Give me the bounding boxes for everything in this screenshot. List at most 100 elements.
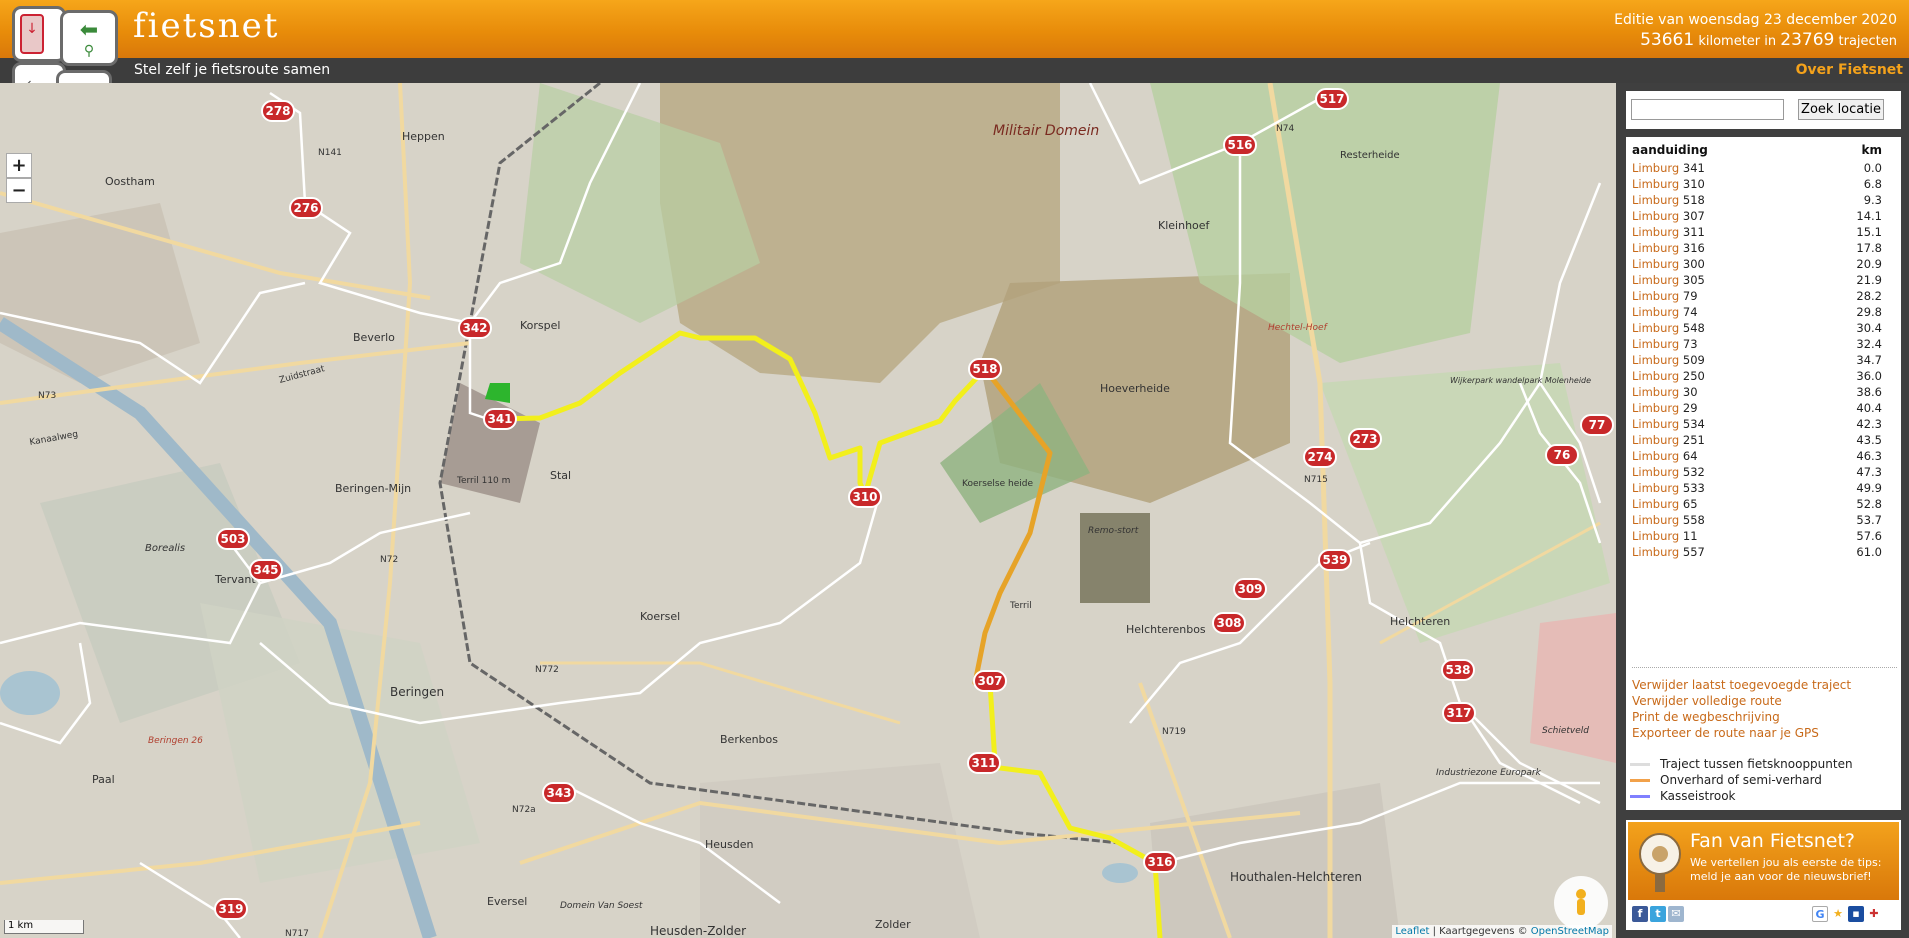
route-province-link[interactable]: Limburg — [1632, 465, 1679, 479]
export-gps-link[interactable]: Exporteer de route naar je GPS — [1632, 726, 1897, 742]
route-province-link[interactable]: Limburg — [1632, 449, 1679, 463]
route-province-link[interactable]: Limburg — [1632, 385, 1679, 399]
street-view-pegman-icon[interactable] — [1554, 876, 1608, 930]
route-province-link[interactable]: Limburg — [1632, 289, 1679, 303]
site-logo[interactable]: fietsnet — [133, 6, 279, 46]
mail-icon[interactable]: ✉ — [1668, 906, 1684, 922]
delicious-icon[interactable]: ▪ — [1848, 906, 1864, 922]
route-row[interactable]: Limburg 558 53.7 — [1632, 513, 1892, 529]
route-province-link[interactable]: Limburg — [1632, 321, 1679, 335]
legend-label: Traject tussen fietsknooppunten — [1660, 757, 1853, 771]
node-marker-308[interactable]: 308 — [1212, 612, 1246, 634]
map[interactable]: Militair Domein Heppen Oostham Beverlo K… — [0, 83, 1616, 938]
route-row[interactable]: Limburg 548 30.4 — [1632, 321, 1892, 337]
node-marker-77[interactable]: 77 — [1580, 414, 1614, 436]
route-row[interactable]: Limburg 311 15.1 — [1632, 225, 1892, 241]
route-row[interactable]: Limburg 74 29.8 — [1632, 305, 1892, 321]
route-row[interactable]: Limburg 73 32.4 — [1632, 337, 1892, 353]
route-province-link[interactable]: Limburg — [1632, 353, 1679, 367]
route-row[interactable]: Limburg 30 38.6 — [1632, 385, 1892, 401]
node-marker-309[interactable]: 309 — [1233, 578, 1267, 600]
route-row[interactable]: Limburg 11 57.6 — [1632, 529, 1892, 545]
node-marker-319[interactable]: 319 — [214, 898, 248, 920]
route-row[interactable]: Limburg 65 52.8 — [1632, 497, 1892, 513]
route-province-link[interactable]: Limburg — [1632, 225, 1679, 239]
route-row[interactable]: Limburg 316 17.8 — [1632, 241, 1892, 257]
route-row[interactable]: Limburg 305 21.9 — [1632, 273, 1892, 289]
node-marker-273[interactable]: 273 — [1348, 428, 1382, 450]
remove-route-link[interactable]: Verwijder volledige route — [1632, 694, 1897, 710]
node-marker-311[interactable]: 311 — [967, 752, 1001, 774]
route-row[interactable]: Limburg 64 46.3 — [1632, 449, 1892, 465]
route-province-link[interactable]: Limburg — [1632, 497, 1679, 511]
route-province-link[interactable]: Limburg — [1632, 209, 1679, 223]
node-marker-517[interactable]: 517 — [1315, 88, 1349, 110]
route-province-link[interactable]: Limburg — [1632, 545, 1679, 559]
route-row[interactable]: Limburg 307 14.1 — [1632, 209, 1892, 225]
route-row[interactable]: Limburg 557 61.0 — [1632, 545, 1892, 561]
route-province-link[interactable]: Limburg — [1632, 481, 1679, 495]
node-marker-518[interactable]: 518 — [968, 358, 1002, 380]
route-province-link[interactable]: Limburg — [1632, 177, 1679, 191]
node-marker-307[interactable]: 307 — [973, 670, 1007, 692]
node-marker-276[interactable]: 276 — [289, 197, 323, 219]
search-location-button[interactable]: Zoek locatie — [1798, 99, 1884, 120]
route-row[interactable]: Limburg 533 49.9 — [1632, 481, 1892, 497]
node-marker-516[interactable]: 516 — [1223, 134, 1257, 156]
node-marker-538[interactable]: 538 — [1441, 659, 1475, 681]
route-province-link[interactable]: Limburg — [1632, 433, 1679, 447]
route-province-link[interactable]: Limburg — [1632, 369, 1679, 383]
route-province-link[interactable]: Limburg — [1632, 193, 1679, 207]
osm-link[interactable]: OpenStreetMap — [1531, 926, 1609, 937]
node-marker-278[interactable]: 278 — [261, 100, 295, 122]
newsletter-box[interactable]: Fan van Fietsnet? We vertellen jou als e… — [1626, 820, 1901, 930]
route-province-link[interactable]: Limburg — [1632, 273, 1679, 287]
route-row[interactable]: Limburg 534 42.3 — [1632, 417, 1892, 433]
route-row[interactable]: Limburg 341 0.0 — [1632, 161, 1892, 177]
route-row[interactable]: Limburg 509 34.7 — [1632, 353, 1892, 369]
facebook-icon[interactable]: f — [1632, 906, 1648, 922]
route-row[interactable]: Limburg 250 36.0 — [1632, 369, 1892, 385]
route-province-link[interactable]: Limburg — [1632, 305, 1679, 319]
google-icon[interactable]: G — [1812, 906, 1828, 922]
node-marker-310[interactable]: 310 — [848, 486, 882, 508]
route-row[interactable]: Limburg 29 40.4 — [1632, 401, 1892, 417]
route-row[interactable]: Limburg 79 28.2 — [1632, 289, 1892, 305]
route-province-link[interactable]: Limburg — [1632, 257, 1679, 271]
route-province-link[interactable]: Limburg — [1632, 513, 1679, 527]
node-marker-343[interactable]: 343 — [542, 782, 576, 804]
remove-last-segment-link[interactable]: Verwijder laatst toegevoegde traject — [1632, 678, 1897, 694]
route-row[interactable]: Limburg 251 43.5 — [1632, 433, 1892, 449]
map-canvas[interactable]: Militair Domein Heppen Oostham Beverlo K… — [0, 83, 1616, 938]
zoom-in-button[interactable]: + — [6, 153, 32, 178]
node-marker-503[interactable]: 503 — [216, 528, 250, 550]
node-marker-316[interactable]: 316 — [1143, 851, 1177, 873]
node-marker-317[interactable]: 317 — [1442, 702, 1476, 724]
share-icon[interactable]: ✚ — [1866, 906, 1882, 922]
route-province-link[interactable]: Limburg — [1632, 401, 1679, 415]
route-row[interactable]: Limburg 518 9.3 — [1632, 193, 1892, 209]
node-marker-label: 343 — [546, 786, 571, 800]
node-marker-345[interactable]: 345 — [249, 559, 283, 581]
route-row[interactable]: Limburg 310 6.8 — [1632, 177, 1892, 193]
twitter-icon[interactable]: t — [1650, 906, 1666, 922]
zoom-out-button[interactable]: − — [6, 178, 32, 203]
node-marker-274[interactable]: 274 — [1303, 446, 1337, 468]
route-province-link[interactable]: Limburg — [1632, 529, 1679, 543]
route-province-link[interactable]: Limburg — [1632, 241, 1679, 255]
star-icon[interactable]: ★ — [1830, 906, 1846, 922]
print-directions-link[interactable]: Print de wegbeschrijving — [1632, 710, 1897, 726]
newsletter-banner[interactable]: Fan van Fietsnet? We vertellen jou als e… — [1628, 822, 1899, 900]
route-row[interactable]: Limburg 532 47.3 — [1632, 465, 1892, 481]
node-marker-539[interactable]: 539 — [1318, 549, 1352, 571]
leaflet-link[interactable]: Leaflet — [1395, 926, 1429, 937]
node-marker-341[interactable]: 341 — [483, 408, 517, 430]
node-marker-342[interactable]: 342 — [458, 317, 492, 339]
route-province-link[interactable]: Limburg — [1632, 337, 1679, 351]
about-link[interactable]: Over Fietsnet — [1796, 62, 1903, 78]
node-marker-76[interactable]: 76 — [1545, 444, 1579, 466]
search-input[interactable] — [1631, 99, 1784, 120]
route-province-link[interactable]: Limburg — [1632, 417, 1679, 431]
route-row[interactable]: Limburg 300 20.9 — [1632, 257, 1892, 273]
route-province-link[interactable]: Limburg — [1632, 161, 1679, 175]
